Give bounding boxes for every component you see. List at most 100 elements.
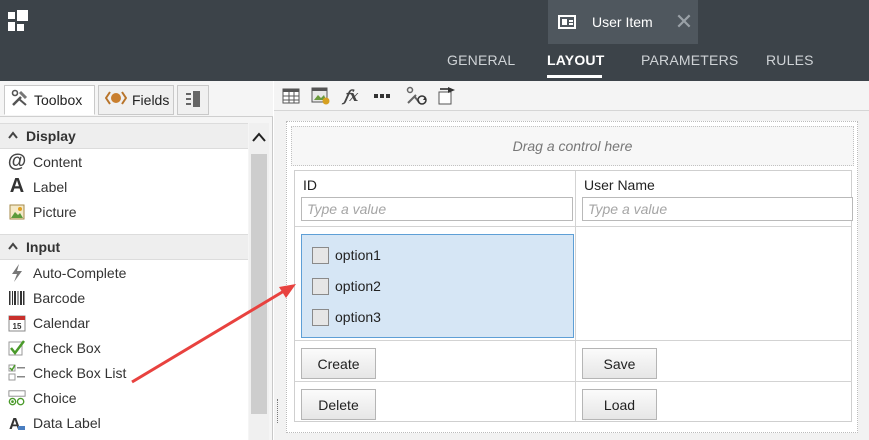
svg-text:15: 15 <box>13 322 22 331</box>
at-icon: @ <box>7 150 27 172</box>
tool-label: Auto-Complete <box>33 264 127 281</box>
option-label: option3 <box>335 309 381 325</box>
expression-icon[interactable]: 𝑓x <box>340 86 362 106</box>
delete-button[interactable]: Delete <box>301 389 376 420</box>
form-canvas: Drag a control here ID Type a value User… <box>286 121 858 433</box>
toolbox-scrollbar[interactable] <box>249 123 269 440</box>
tab-fields-label: Fields <box>132 92 170 108</box>
toolbox-list: Display @ Content A Label Picture Input <box>0 123 248 440</box>
save-button[interactable]: Save <box>582 348 657 379</box>
section-display[interactable]: Display <box>0 123 248 149</box>
tool-label: Data Label <box>33 414 101 431</box>
checkbox-icon <box>8 339 26 357</box>
option-label: option1 <box>335 247 381 263</box>
outline-icon <box>184 90 202 111</box>
panel-tabs: Toolbox Fields <box>0 81 273 117</box>
tab-toolbox-label: Toolbox <box>34 92 83 108</box>
choice-icon <box>8 389 26 407</box>
layout-editor: 𝑓x Drag a control here ID Type a value U… <box>274 81 869 440</box>
option-2[interactable]: option2 <box>312 276 381 296</box>
tool-label: Check Box <box>33 339 101 356</box>
tool-label: Barcode <box>33 289 86 306</box>
section-input[interactable]: Input <box>0 234 248 260</box>
panel-resize-handle[interactable] <box>277 399 280 423</box>
ellipsis-icon[interactable] <box>372 86 394 106</box>
tab-toolbox[interactable]: Toolbox <box>4 85 95 115</box>
grid-cell-empty[interactable] <box>576 227 852 341</box>
active-tab-indicator <box>547 75 602 78</box>
grid-cell-checkbox-list[interactable]: option1 option2 option3 <box>295 227 576 341</box>
lightning-icon <box>8 263 26 282</box>
checkbox[interactable] <box>312 308 329 326</box>
grid-cell-username[interactable]: User Name Type a value <box>576 171 853 227</box>
document-tab-label: User Item <box>592 14 653 30</box>
table-icon[interactable] <box>280 86 302 106</box>
tab-parameters[interactable]: PARAMETERS <box>641 52 738 68</box>
barcode-icon <box>8 289 26 307</box>
create-button[interactable]: Create <box>301 348 376 379</box>
grid-cell-create[interactable]: Create <box>295 341 576 382</box>
id-label: ID <box>303 177 317 193</box>
tool-label: Choice <box>33 389 77 406</box>
tool-check-box-list[interactable]: Check Box List <box>0 360 248 385</box>
id-input[interactable]: Type a value <box>301 197 573 221</box>
app-menu-icon[interactable] <box>8 10 28 32</box>
calendar-icon: 15 <box>8 314 26 332</box>
top-bar: User Item ✕ <box>0 0 869 44</box>
checkbox-list-icon <box>8 364 26 382</box>
scrollbar-thumb[interactable] <box>251 154 267 414</box>
left-panel: Toolbox Fields Display @ Content A Label… <box>0 81 273 440</box>
tab-outline[interactable] <box>177 85 209 115</box>
drop-zone[interactable]: Drag a control here <box>291 126 854 166</box>
tool-label: Picture <box>33 203 77 220</box>
tool-label[interactable]: A Label <box>0 174 248 199</box>
tab-layout[interactable]: LAYOUT <box>547 52 604 68</box>
tool-barcode[interactable]: Barcode <box>0 285 248 310</box>
grid-cell-load[interactable]: Load <box>576 382 852 421</box>
grid-cell-delete[interactable]: Delete <box>295 382 576 421</box>
option-1[interactable]: option1 <box>312 245 381 265</box>
tool-data-label[interactable]: A Data Label <box>0 410 248 435</box>
tool-choice[interactable]: Choice <box>0 385 248 410</box>
checkbox[interactable] <box>312 277 329 295</box>
load-button[interactable]: Load <box>582 389 657 420</box>
tab-fields[interactable]: Fields <box>98 85 174 115</box>
option-label: option2 <box>335 278 381 294</box>
tab-rules[interactable]: RULES <box>766 52 814 68</box>
data-label-icon: A <box>8 414 26 432</box>
chevron-up-icon <box>8 130 18 142</box>
grid-cell-save[interactable]: Save <box>576 341 852 382</box>
chevron-up-icon[interactable] <box>252 129 266 145</box>
tool-check-box[interactable]: Check Box <box>0 335 248 360</box>
tool-picture[interactable]: Picture <box>0 199 248 224</box>
stamp-icon[interactable] <box>436 86 458 106</box>
chevron-up-icon <box>8 241 18 253</box>
layout-grid: ID Type a value User Name Type a value o… <box>294 170 853 422</box>
section-input-title: Input <box>26 239 61 255</box>
editor-toolbar: 𝑓x <box>274 81 869 111</box>
option-3[interactable]: option3 <box>312 307 381 327</box>
checkbox[interactable] <box>312 246 329 264</box>
letter-a-icon: A <box>9 175 25 197</box>
nav-bar: GENERAL LAYOUT PARAMETERS RULES <box>0 44 869 81</box>
close-icon[interactable]: ✕ <box>675 11 693 33</box>
username-input[interactable]: Type a value <box>582 197 853 221</box>
tool-label: Content <box>33 153 83 170</box>
tools-icon <box>11 89 29 111</box>
fields-icon <box>104 91 128 109</box>
tools-refresh-icon[interactable] <box>406 86 428 106</box>
document-tab[interactable]: User Item ✕ <box>548 0 698 44</box>
tool-calendar[interactable]: 15 Calendar <box>0 310 248 335</box>
grid-cell-id[interactable]: ID Type a value <box>295 171 576 227</box>
checkbox-list[interactable]: option1 option2 option3 <box>301 234 574 338</box>
tab-general[interactable]: GENERAL <box>447 52 515 68</box>
username-label: User Name <box>584 177 655 193</box>
add-picture-icon[interactable] <box>310 86 332 106</box>
tool-label: Label <box>33 178 68 195</box>
tool-content[interactable]: @ Content <box>0 149 248 174</box>
section-display-title: Display <box>26 128 76 144</box>
picture-icon <box>8 203 26 221</box>
form-view-icon <box>558 15 576 29</box>
tool-auto-complete[interactable]: Auto-Complete <box>0 260 248 285</box>
tool-label: Calendar <box>33 314 90 331</box>
